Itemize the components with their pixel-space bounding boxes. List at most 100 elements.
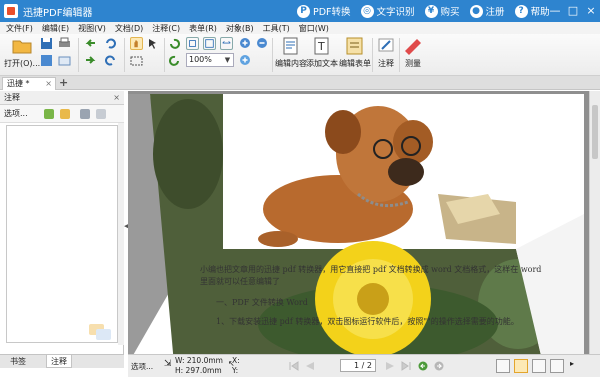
buy-link[interactable]: ¥ 购买 bbox=[424, 4, 460, 18]
menu-tools[interactable]: 工具(T) bbox=[263, 23, 290, 34]
menu-document[interactable]: 文档(D) bbox=[115, 23, 143, 34]
edit-form-icon bbox=[346, 37, 363, 55]
add-text-icon: T bbox=[314, 37, 329, 55]
save-as-icon[interactable] bbox=[40, 54, 53, 67]
email-icon[interactable] bbox=[58, 54, 71, 67]
menu-bar: 文件(F) 编辑(E) 视图(V) 文档(D) 注释(C) 表单(R) 对象(B… bbox=[0, 22, 600, 34]
back-arrow-icon[interactable] bbox=[84, 37, 97, 50]
next-page-icon[interactable] bbox=[384, 361, 396, 371]
close-tab-icon[interactable]: × bbox=[45, 78, 52, 90]
status-options-button[interactable]: 选项... bbox=[131, 361, 153, 372]
new-tab-button[interactable]: + bbox=[59, 76, 68, 89]
print-icon[interactable] bbox=[58, 37, 71, 50]
rotate-left-icon[interactable] bbox=[168, 37, 181, 50]
edit-content-button[interactable]: 编辑内容 bbox=[275, 37, 307, 69]
fit-page-icon[interactable] bbox=[203, 37, 216, 50]
menu-view[interactable]: 视图(V) bbox=[78, 23, 106, 34]
window-controls: — □ × bbox=[546, 0, 600, 22]
page-number-input[interactable]: 1 / 2 bbox=[340, 359, 376, 372]
filter-icon[interactable] bbox=[60, 109, 70, 119]
panel-close-icon[interactable]: × bbox=[113, 91, 120, 105]
panel-scrollbar[interactable] bbox=[118, 123, 124, 345]
app-title: 迅捷PDF编辑器 bbox=[23, 7, 93, 19]
more-options-icon[interactable]: ▸ bbox=[570, 359, 582, 373]
menu-form[interactable]: 表单(R) bbox=[189, 23, 217, 34]
zoom-out-icon[interactable] bbox=[256, 37, 269, 50]
scrollbar-thumb[interactable] bbox=[592, 105, 598, 159]
undo-icon[interactable] bbox=[104, 37, 117, 50]
doc-heading: 一、PDF 文件转换 Word bbox=[216, 298, 308, 307]
save-icon[interactable] bbox=[40, 37, 53, 50]
document-viewport[interactable]: 小编也把文章用的迅捷 pdf 转换器，用它直接把 pdf 文档转换成 word … bbox=[128, 91, 600, 354]
toolbar-ribbon: 打开(O)... 100% ▼ 编辑内容 T 添加文本 编辑表单 注释 测量 bbox=[0, 34, 600, 76]
menu-edit[interactable]: 编辑(E) bbox=[42, 23, 69, 34]
document-scrollbar[interactable] bbox=[589, 91, 600, 354]
settings-icon[interactable] bbox=[80, 109, 90, 119]
close-button[interactable]: × bbox=[582, 0, 600, 22]
zoom-in-icon[interactable] bbox=[239, 37, 252, 50]
add-comment-icon[interactable] bbox=[44, 109, 54, 119]
edit-form-button[interactable]: 编辑表单 bbox=[339, 37, 371, 69]
forward-arrow-icon[interactable] bbox=[84, 54, 97, 67]
help-link[interactable]: ? 帮助 bbox=[514, 4, 550, 18]
ribbon-separator bbox=[164, 38, 165, 72]
first-page-icon[interactable] bbox=[288, 361, 300, 371]
page-width: W: 210.0mm bbox=[175, 356, 223, 365]
minimize-button[interactable]: — bbox=[546, 0, 564, 22]
menu-object[interactable]: 对象(B) bbox=[226, 23, 254, 34]
title-links: P PDF转换 ◎ 文字识别 ¥ 购买 ● 注册 ? 帮助 bbox=[297, 0, 560, 22]
redo-icon[interactable] bbox=[104, 54, 117, 67]
snapshot-icon[interactable] bbox=[130, 54, 143, 67]
rotate-right-icon[interactable] bbox=[168, 54, 181, 67]
app-logo-icon bbox=[4, 4, 18, 18]
actual-size-icon[interactable] bbox=[186, 37, 199, 50]
doc-paragraph-line2: 里面就可以任意编辑了 bbox=[200, 277, 280, 286]
continuous-view-icon[interactable] bbox=[514, 359, 528, 373]
continuous-facing-view-icon[interactable] bbox=[550, 359, 564, 373]
ocr-link[interactable]: ◎ 文字识别 bbox=[360, 4, 415, 18]
annotate-button[interactable]: 注释 bbox=[376, 37, 396, 69]
history-forward-icon[interactable] bbox=[433, 361, 445, 371]
panel-header: 注释 × bbox=[0, 91, 124, 105]
measure-button[interactable]: 测量 bbox=[403, 37, 423, 69]
tab-bookmarks[interactable]: 书签 bbox=[6, 355, 30, 368]
expand-icon[interactable] bbox=[96, 109, 106, 119]
edit-content-icon bbox=[283, 37, 298, 55]
prev-page-icon[interactable] bbox=[304, 361, 316, 371]
open-button[interactable]: 打开(O)... bbox=[4, 37, 40, 69]
document-tab[interactable]: 迅捷 * × bbox=[2, 77, 56, 90]
history-back-icon[interactable] bbox=[417, 361, 429, 371]
annotate-icon bbox=[378, 38, 394, 52]
single-page-view-icon[interactable] bbox=[496, 359, 510, 373]
svg-text:T: T bbox=[317, 40, 325, 53]
pdf-convert-icon: P bbox=[297, 4, 310, 18]
ribbon-separator bbox=[399, 38, 400, 72]
measure-icon bbox=[405, 39, 421, 55]
title-bar: 迅捷PDF编辑器 P PDF转换 ◎ 文字识别 ¥ 购买 ● 注册 ? 帮助 — □ × bbox=[0, 0, 600, 22]
pdf-convert-link[interactable]: P PDF转换 bbox=[297, 4, 351, 18]
comment-placeholder-icon bbox=[89, 324, 111, 340]
zoom-tool-icon[interactable] bbox=[239, 54, 252, 67]
zoom-select[interactable]: 100% ▼ bbox=[186, 53, 234, 67]
menu-comment[interactable]: 注释(C) bbox=[152, 23, 180, 34]
last-page-icon[interactable] bbox=[400, 361, 412, 371]
fit-width-icon[interactable] bbox=[220, 37, 233, 50]
pdf-page[interactable]: 小编也把文章用的迅捷 pdf 转换器，用它直接把 pdf 文档转换成 word … bbox=[128, 94, 584, 354]
comments-panel: 注释 × 选项... bbox=[0, 91, 124, 354]
hand-tool-icon[interactable] bbox=[130, 37, 143, 50]
tab-comments[interactable]: 注释 bbox=[46, 355, 72, 368]
page-height: H: 297.0mm bbox=[175, 366, 222, 375]
add-text-button[interactable]: T 添加文本 bbox=[306, 37, 338, 69]
panel-options-button[interactable]: 选项... bbox=[4, 108, 28, 119]
status-bar: 选项... ⇲ W: 210.0mm H: 297.0mm ↖ X: Y: 1 … bbox=[128, 354, 600, 377]
maximize-button[interactable]: □ bbox=[564, 0, 582, 22]
page-illustration bbox=[128, 94, 584, 354]
select-text-icon[interactable] bbox=[147, 37, 160, 50]
menu-file[interactable]: 文件(F) bbox=[6, 23, 33, 34]
ribbon-separator bbox=[372, 38, 373, 72]
comments-list[interactable] bbox=[6, 125, 118, 343]
facing-view-icon[interactable] bbox=[532, 359, 546, 373]
cart-icon: ¥ bbox=[424, 4, 438, 18]
register-link[interactable]: ● 注册 bbox=[469, 4, 505, 18]
menu-window[interactable]: 窗口(W) bbox=[299, 23, 329, 34]
